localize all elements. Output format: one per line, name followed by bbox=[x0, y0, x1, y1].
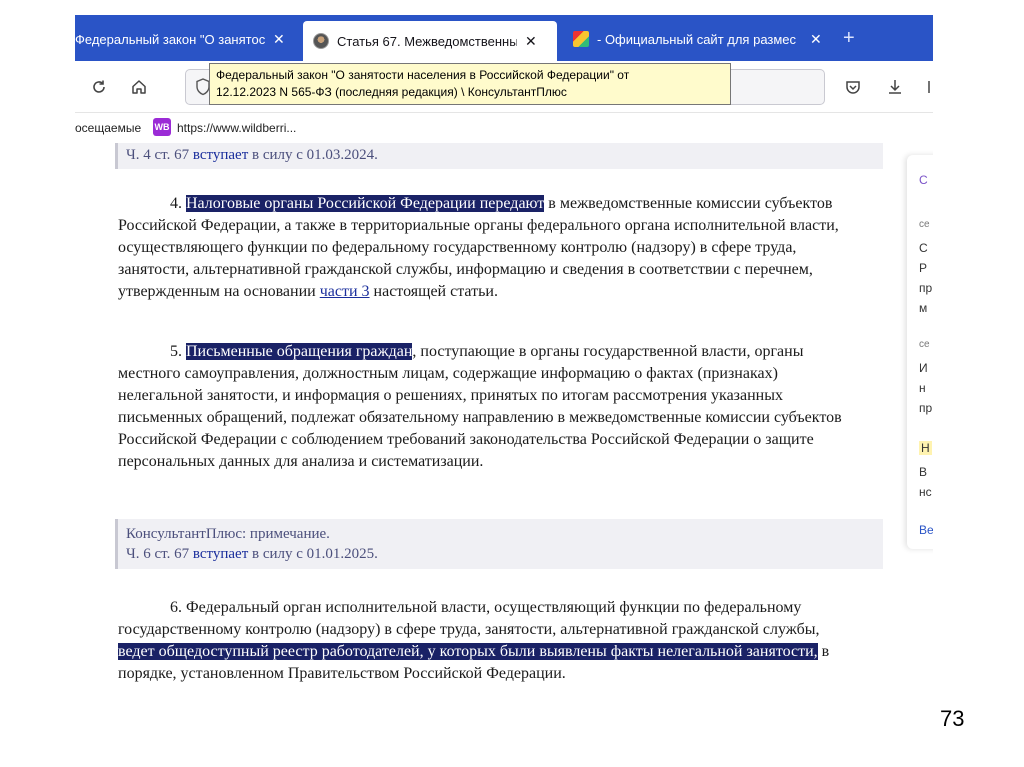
side-panel-link[interactable]: Ве bbox=[919, 523, 933, 537]
highlighted-text: Налоговые органы Российской Федерации пе… bbox=[186, 195, 545, 212]
paragraph-text: настоящей статьи. bbox=[369, 283, 498, 300]
paragraph-text: , поступающие в органы государственной в… bbox=[118, 343, 842, 470]
tab-federal-law[interactable]: Федеральный закон "О занятост ✕ bbox=[75, 21, 297, 57]
paragraph-4: 4. Налоговые органы Российской Федерации… bbox=[118, 193, 848, 303]
tab-title: Статья 67. Межведомственные к bbox=[337, 33, 517, 49]
note-text: Ч. 6 ст. 67 bbox=[126, 546, 193, 562]
close-icon[interactable]: ✕ bbox=[810, 31, 822, 48]
tab-bar: Федеральный закон "О занятост ✕ Статья 6… bbox=[75, 15, 933, 61]
note-text: Ч. 4 ст. 67 bbox=[126, 147, 193, 163]
download-icon[interactable] bbox=[883, 75, 907, 99]
side-panel-text: се bbox=[919, 339, 930, 350]
highlighted-text: Письменные обращения граждан bbox=[186, 343, 413, 360]
part-3-link[interactable]: части 3 bbox=[320, 283, 370, 300]
side-panel: С се С Р пр м се И н пр Н В нс Ве bbox=[907, 155, 933, 549]
side-panel-text: В bbox=[919, 465, 928, 479]
paragraph-5: 5. Письменные обращения граждан, поступа… bbox=[118, 341, 848, 473]
paragraph-number: 4. bbox=[170, 195, 186, 212]
bookmark-most-visited[interactable]: осещаемые bbox=[75, 121, 141, 135]
tooltip-line: Федеральный закон "О занятости населения… bbox=[216, 68, 630, 82]
note-title: КонсультантПлюс: примечание. bbox=[126, 526, 330, 542]
bookmarks-bar: осещаемые WB https://www.wildberri... bbox=[75, 113, 933, 143]
tab-title: Федеральный закон "О занятост bbox=[75, 31, 265, 47]
paragraph-text: 6. Федеральный орган исполнительной влас… bbox=[118, 599, 820, 638]
paragraph-6: 6. Федеральный орган исполнительной влас… bbox=[118, 597, 848, 685]
close-icon[interactable]: ✕ bbox=[273, 31, 285, 48]
bookmark-wildberries[interactable]: https://www.wildberri... bbox=[177, 121, 296, 135]
extensions-icon[interactable] bbox=[921, 75, 933, 99]
close-icon[interactable]: ✕ bbox=[525, 33, 537, 50]
tooltip-line: 12.12.2023 N 565-ФЗ (последняя редакция)… bbox=[216, 85, 567, 99]
consultant-note: Ч. 4 ст. 67 вступает в силу с 01.03.2024… bbox=[115, 143, 883, 169]
tab-official-site[interactable]: - Официальный сайт для размес ✕ bbox=[573, 21, 823, 57]
site-favicon-icon bbox=[573, 31, 589, 47]
side-panel-text: С bbox=[919, 241, 928, 255]
side-panel-text: н bbox=[919, 381, 926, 395]
tab-title: - Официальный сайт для размес bbox=[597, 31, 797, 47]
plus-icon[interactable]: + bbox=[843, 27, 855, 50]
side-panel-text: се bbox=[919, 219, 930, 230]
side-panel-text: И bbox=[919, 361, 928, 375]
home-icon[interactable] bbox=[127, 75, 151, 99]
slide-page-number: 73 bbox=[940, 706, 965, 731]
url-tooltip: Федеральный закон "О занятости населения… bbox=[209, 63, 731, 105]
side-panel-text: нс bbox=[919, 485, 932, 499]
wildberries-logo-icon: WB bbox=[153, 118, 171, 136]
tab-article-67[interactable]: Статья 67. Межведомственные к ✕ bbox=[303, 21, 557, 61]
side-panel-text: пр bbox=[919, 401, 933, 415]
side-panel-text: пр bbox=[919, 281, 933, 295]
browser-screenshot: Федеральный закон "О занятост ✕ Статья 6… bbox=[75, 15, 933, 715]
note-text: в силу с 01.01.2025. bbox=[248, 546, 378, 562]
side-panel-text: м bbox=[919, 301, 928, 315]
highlighted-text: ведет общедоступный реестр работодателей… bbox=[118, 643, 818, 660]
avatar-favicon-icon bbox=[313, 33, 329, 49]
side-panel-badge: Н bbox=[919, 441, 932, 455]
document-content: Ч. 4 ст. 67 вступает в силу с 01.03.2024… bbox=[75, 143, 933, 715]
note-link[interactable]: вступает bbox=[193, 147, 248, 163]
pocket-icon[interactable] bbox=[841, 75, 865, 99]
note-text: в силу с 01.03.2024. bbox=[248, 147, 378, 163]
note-link[interactable]: вступает bbox=[193, 546, 248, 562]
side-panel-text: Р bbox=[919, 261, 928, 275]
side-panel-text: С bbox=[919, 173, 928, 187]
consultant-note: КонсультантПлюс: примечание. Ч. 6 ст. 67… bbox=[115, 519, 883, 569]
reload-icon[interactable] bbox=[87, 75, 111, 99]
paragraph-number: 5. bbox=[170, 343, 186, 360]
